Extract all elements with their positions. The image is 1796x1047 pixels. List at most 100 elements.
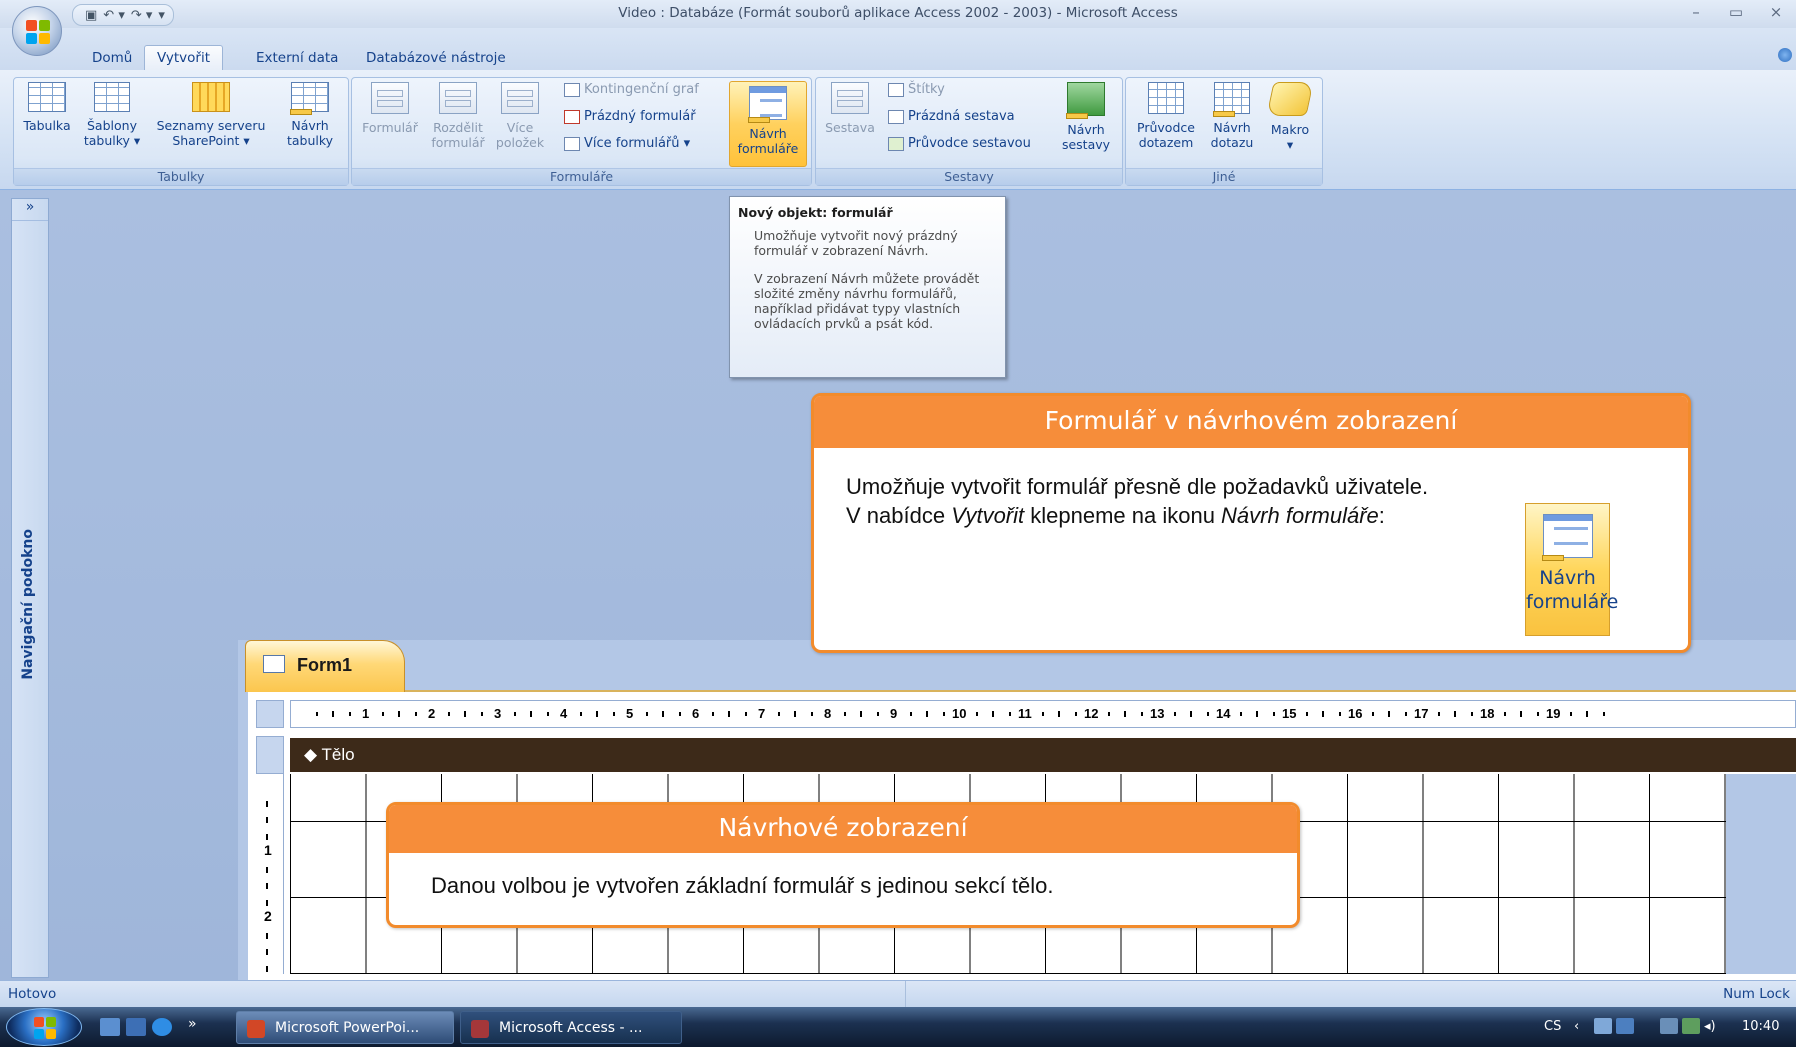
blank-report-button[interactable]: Prázdná sestava xyxy=(888,109,1015,124)
form-selector[interactable] xyxy=(256,700,284,728)
form-tab[interactable]: Form1 xyxy=(245,640,405,692)
ruler-tick xyxy=(315,712,318,716)
tray-app-icon[interactable] xyxy=(1616,1018,1634,1034)
office-logo-icon xyxy=(26,20,50,44)
split-form-icon xyxy=(439,82,477,114)
multiple-items-icon xyxy=(501,82,539,114)
report-button[interactable]: Sestava xyxy=(820,82,880,135)
tab-database-tools[interactable]: Databázové nástroje xyxy=(366,50,506,66)
more-forms-icon xyxy=(564,136,580,151)
section-selector[interactable] xyxy=(256,736,284,774)
blank-form-button[interactable]: Prázdný formulář xyxy=(564,109,696,124)
macro-button[interactable]: Makro ▾ xyxy=(1262,82,1318,152)
split-form-button[interactable]: Rozdělit formulář xyxy=(426,82,490,150)
ruler-tick xyxy=(1074,712,1077,716)
query-wizard-button[interactable]: Průvodce dotazem xyxy=(1130,82,1202,150)
grid-margin xyxy=(1726,774,1796,974)
nav-pane-label: Navigační podokno xyxy=(20,529,36,680)
ribbon: Tabulka Šablony tabulky ▾ Seznamy server… xyxy=(0,70,1796,190)
ruler-tick xyxy=(909,712,912,716)
ruler-number: 1 xyxy=(264,842,272,858)
ruler-tick xyxy=(1008,712,1011,716)
ruler-tick xyxy=(1206,712,1209,716)
labels-icon xyxy=(888,82,904,97)
minimize-button[interactable]: – xyxy=(1676,3,1716,21)
restore-button[interactable]: ▭ xyxy=(1716,3,1756,21)
clock[interactable]: 10:40 xyxy=(1742,1019,1779,1034)
query-design-button[interactable]: Návrh dotazu xyxy=(1204,82,1260,150)
table-design-icon xyxy=(290,82,329,115)
form-button[interactable]: Formulář xyxy=(358,82,422,135)
start-button[interactable] xyxy=(6,1008,82,1046)
report-design-button[interactable]: Návrh sestavy xyxy=(1053,82,1119,152)
internet-explorer-icon[interactable] xyxy=(152,1018,172,1036)
help-icon[interactable] xyxy=(1778,48,1792,62)
report-wizard-button[interactable]: Průvodce sestavou xyxy=(888,136,1031,151)
sharepoint-lists-button[interactable]: Seznamy serveru SharePoint ▾ xyxy=(152,82,270,148)
horizontal-ruler[interactable]: 1 2 3 4 5 6 7 8 9 10 11 12 13 14 15 16 17 18 19 xyxy=(290,700,1796,728)
ruler-number: 18 xyxy=(1480,706,1495,721)
ruler-tick xyxy=(1602,712,1605,716)
ruler-tick xyxy=(1124,711,1126,717)
callout-design-view-form: Formulář v návrhovém zobrazení Umožňuje … xyxy=(811,393,1691,653)
ruler-tick xyxy=(1371,712,1374,716)
ribbon-tabs: Domů Vytvořit Externí data Databázové ná… xyxy=(0,28,1796,71)
section-bar-body[interactable]: ◆ Tělo xyxy=(290,738,1796,772)
table-button[interactable]: Tabulka xyxy=(18,82,76,133)
ruler-number: 6 xyxy=(692,706,700,721)
form-icon xyxy=(263,655,285,673)
ruler-tick xyxy=(612,712,615,716)
tray-app-icon-3[interactable] xyxy=(1682,1018,1700,1034)
vertical-ruler[interactable]: 12 xyxy=(256,774,284,974)
ruler-tick xyxy=(266,817,268,823)
status-text: Hotovo xyxy=(8,986,57,1002)
tab-create[interactable]: Vytvořit xyxy=(144,45,223,71)
switch-windows-icon[interactable] xyxy=(126,1018,146,1036)
taskbar-powerpoint[interactable]: Microsoft PowerPoi... xyxy=(236,1011,454,1044)
language-indicator[interactable]: CS xyxy=(1544,1019,1561,1034)
ruler-tick xyxy=(1536,712,1539,716)
form-design-icon xyxy=(1541,514,1593,561)
tray-expand-icon[interactable]: ‹ xyxy=(1574,1019,1579,1034)
taskbar-access[interactable]: Microsoft Access - ... xyxy=(460,1011,682,1044)
navigation-pane[interactable]: » Navigační podokno xyxy=(11,198,49,978)
multiple-items-button[interactable]: Více položek xyxy=(488,82,552,150)
office-button[interactable] xyxy=(12,6,62,56)
callout-icon-label: Návrh formuláře xyxy=(1526,567,1619,613)
ruler-tick xyxy=(332,711,334,717)
pivot-chart-button[interactable]: Kontingenční graf xyxy=(564,82,699,97)
more-forms-button[interactable]: Více formulářů ▾ xyxy=(564,136,690,151)
ruler-tick xyxy=(1058,711,1060,717)
quick-launch-chevron[interactable]: » xyxy=(188,1016,197,1032)
table-design-button[interactable]: Návrh tabulky xyxy=(274,82,346,148)
tooltip-paragraph-1: Umožňuje vytvořit nový prázdný formulář … xyxy=(754,228,958,258)
tab-external-data[interactable]: Externí data xyxy=(256,50,338,66)
ruler-tick xyxy=(645,712,648,716)
ruler-tick xyxy=(1107,712,1110,716)
nav-expand-button[interactable]: » xyxy=(12,199,48,221)
tray-app-icon-2[interactable] xyxy=(1660,1018,1678,1034)
ruler-tick xyxy=(398,711,400,717)
ruler-number: 5 xyxy=(626,706,634,721)
report-design-icon xyxy=(1066,82,1105,119)
table-templates-button[interactable]: Šablony tabulky ▾ xyxy=(77,82,147,148)
form-design-button[interactable]: Návrh formuláře xyxy=(729,81,807,167)
ruler-tick xyxy=(777,712,780,716)
title-bar: ▣ ↶ ▾ ↷ ▾ ▾ Video : Databáze (Formát sou… xyxy=(0,0,1796,28)
volume-icon[interactable]: ◂) xyxy=(1704,1019,1716,1034)
ruler-tick xyxy=(1454,711,1456,717)
group-other: Průvodce dotazem Návrh dotazu Makro ▾ Ji… xyxy=(1125,77,1323,186)
ruler-tick xyxy=(266,866,268,873)
ruler-tick xyxy=(744,712,747,716)
ruler-tick xyxy=(810,712,813,716)
tab-home[interactable]: Domů xyxy=(92,50,132,66)
close-button[interactable]: × xyxy=(1756,3,1796,21)
ruler-number: 4 xyxy=(560,706,568,721)
show-desktop-icon[interactable] xyxy=(100,1018,120,1036)
form-design-tooltip: Nový objekt: formulář Umožňuje vytvořit … xyxy=(729,196,1006,378)
ruler-tick xyxy=(975,712,978,716)
labels-button[interactable]: Štítky xyxy=(888,82,945,97)
status-bar: Hotovo Num Lock xyxy=(0,980,1796,1008)
report-wizard-icon xyxy=(888,136,904,151)
network-icon[interactable] xyxy=(1594,1018,1612,1034)
